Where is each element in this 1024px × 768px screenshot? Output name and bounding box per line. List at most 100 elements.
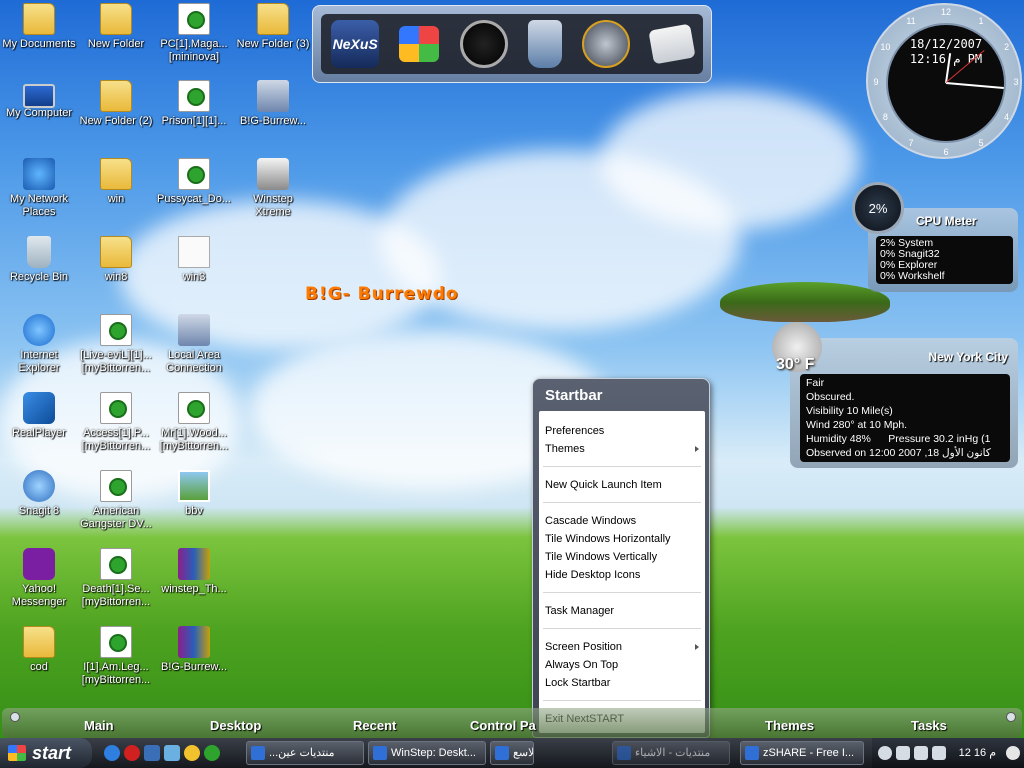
clock-date: 18/12/2007 [909, 37, 983, 51]
desktop-icon[interactable] [144, 745, 160, 761]
startbar-tab-recent[interactable]: Recent [353, 718, 396, 733]
desktop-icon-label: win3 [182, 271, 206, 283]
torrent-file-icon [178, 80, 210, 112]
desktop-icon[interactable]: Local Area Connection [155, 314, 233, 375]
clock-icon[interactable] [459, 20, 508, 68]
startbar-left-knob[interactable] [10, 712, 20, 722]
folder-icon [100, 80, 132, 112]
desktop-icon-label: win8 [104, 271, 128, 283]
desktop-icon[interactable]: Prison[1][1]... [155, 80, 233, 128]
desktop-icon-label: Winstep Xtreme [253, 193, 293, 218]
desktop-icon[interactable]: PC[1].Maga... [mininova] [155, 3, 233, 64]
desktop-icon[interactable]: New Folder [77, 3, 155, 51]
weather-temperature: 30° F [776, 356, 815, 373]
menu-item-themes[interactable]: Themes [539, 440, 705, 458]
desktop-icon-label: Snagit 8 [18, 505, 60, 517]
volume-icon[interactable] [878, 746, 892, 760]
menu-item-always-on-top[interactable]: Always On Top [539, 656, 705, 674]
folder-icon [257, 3, 289, 35]
desktop-icon[interactable]: I[1].Am.Leg... [myBittorren... [77, 626, 155, 687]
desktop-icon[interactable]: Internet Explorer [0, 314, 78, 375]
start-button[interactable]: start [0, 738, 92, 768]
desktop-icon[interactable]: B!G-Burrew... [155, 626, 233, 674]
folder-icon [23, 626, 55, 658]
folder-icon [100, 236, 132, 268]
clock-widget[interactable]: 12 1 2 3 4 5 6 7 8 9 10 11 18/12/2007 12:16 م PM [866, 3, 1022, 159]
desktop-icon[interactable]: My Computer [0, 80, 78, 120]
menu-item-screen-position[interactable]: Screen Position [539, 638, 705, 656]
startbar-tab-control-panel[interactable]: Control Pa [470, 718, 536, 733]
menu-item-tile-windows-horizontally[interactable]: Tile Windows Horizontally [539, 530, 705, 548]
desktop-icon[interactable]: Mr[1].Wood... [myBittorren... [155, 392, 233, 453]
menu-item-label: Tile Windows Horizontally [545, 533, 671, 545]
startbar-tab-desktop[interactable]: Desktop [210, 718, 261, 733]
start-label: start [32, 743, 72, 763]
taskbar-item[interactable]: WinStep: Deskt... [368, 741, 486, 765]
network-icon[interactable] [164, 745, 180, 761]
menu-item-preferences[interactable]: Preferences [539, 422, 705, 440]
desktop-icon[interactable]: winstep_Th... [155, 548, 233, 596]
startbar-tab-themes[interactable]: Themes [765, 718, 814, 733]
desktop-icon[interactable]: Winstep Xtreme [234, 158, 312, 219]
startbar-tab-tasks[interactable]: Tasks [911, 718, 947, 733]
desktop-icon[interactable]: Snagit 8 [0, 470, 78, 518]
language-icon[interactable] [896, 746, 910, 760]
desktop-icon[interactable]: [Live-eviL][1]... [myBittorren... [77, 314, 155, 375]
desktop-icon[interactable]: bbv [155, 470, 233, 518]
utorrent-icon[interactable] [204, 745, 220, 761]
nexus-logo-icon[interactable]: NeXuS [331, 20, 380, 68]
desktop-icon-label: RealPlayer [12, 427, 66, 439]
clock-number: 8 [882, 112, 888, 122]
desktop-icon[interactable]: My Network Places [0, 158, 78, 219]
desktop-icon[interactable]: Recycle Bin [0, 236, 78, 284]
mail-icon[interactable] [648, 23, 696, 65]
cpu-meter-widget[interactable]: 2% CPU Meter 2% System 0% Snagit32 0% Ex… [852, 182, 1018, 292]
desktop-icon[interactable]: win8 [77, 236, 155, 284]
cpu-usage-dial: 2% [852, 182, 904, 234]
desktop-icon[interactable]: Death[1].Se... [myBittorren... [77, 548, 155, 609]
opera-icon[interactable] [124, 745, 140, 761]
menu-item-cascade-windows[interactable]: Cascade Windows [539, 512, 705, 530]
desktop-icon[interactable]: My Documents [0, 3, 78, 51]
taskbar-item[interactable]: منتديات - الاشياء [612, 741, 730, 765]
desktop-icon[interactable]: Pussycat_Do... [155, 158, 233, 206]
menu-item-lock-startbar[interactable]: Lock Startbar [539, 674, 705, 692]
weather-widget[interactable]: 30° F New York City Fair Obscured. Visib… [772, 322, 1018, 468]
display-icon[interactable] [914, 746, 928, 760]
desktop-icon[interactable]: cod [0, 626, 78, 674]
startbar-menu-list: Preferences Themes New Quick Launch Item Ca… [539, 411, 705, 733]
desktop-icon[interactable]: RealPlayer [0, 392, 78, 440]
desktop-icon[interactable]: Access[1].P... [myBittorren... [77, 392, 155, 453]
desktop-icon[interactable]: Yahoo! Messenger [0, 548, 78, 609]
messenger-icon[interactable] [184, 745, 200, 761]
network-connection-icon [178, 314, 210, 346]
desktop-icon[interactable]: New Folder (2) [77, 80, 155, 128]
taskbar-item[interactable]: منتدى الاسع... [490, 741, 534, 765]
desktop-icon[interactable]: win3 [155, 236, 233, 284]
desktop-icon[interactable]: B!G-Burrew... [234, 80, 312, 128]
folder-icon [23, 3, 55, 35]
internet-explorer-icon[interactable] [104, 745, 120, 761]
recycle-bin-icon[interactable] [528, 20, 563, 68]
desktop-icon[interactable]: win [77, 158, 155, 206]
weather-line: Humidity 48% Pressure 30.2 inHg (1 [806, 433, 991, 445]
taskbar-item[interactable]: ...منتديات عين [246, 741, 364, 765]
menu-item-tile-windows-vertically[interactable]: Tile Windows Vertically [539, 548, 705, 566]
desktop-icon-label: Yahoo! Messenger [11, 583, 67, 608]
windows-logo-icon[interactable] [399, 26, 440, 62]
startbar-tab-main[interactable]: Main [84, 718, 114, 733]
menu-item-hide-desktop-icons[interactable]: Hide Desktop Icons [539, 566, 705, 584]
windows-logo-icon [8, 745, 26, 761]
tray-expand-icon[interactable] [1006, 746, 1020, 760]
menu-item-new-quick-launch-item[interactable]: New Quick Launch Item [539, 476, 705, 494]
menu-item-label: Screen Position [545, 641, 623, 653]
menu-item-task-manager[interactable]: Task Manager [539, 602, 705, 620]
desktop-icon[interactable]: New Folder (3) [234, 3, 312, 51]
tray-clock: 12 16 م [958, 747, 996, 759]
desktop-icon[interactable]: American Gangster DV... [77, 470, 155, 531]
desktop-icon-label: Access[1].P... [myBittorren... [81, 427, 151, 452]
taskbar-item[interactable]: zSHARE - Free I... [740, 741, 864, 765]
startbar-right-knob[interactable] [1006, 712, 1016, 722]
network-status-icon[interactable] [932, 746, 946, 760]
globe-icon[interactable] [582, 20, 631, 68]
